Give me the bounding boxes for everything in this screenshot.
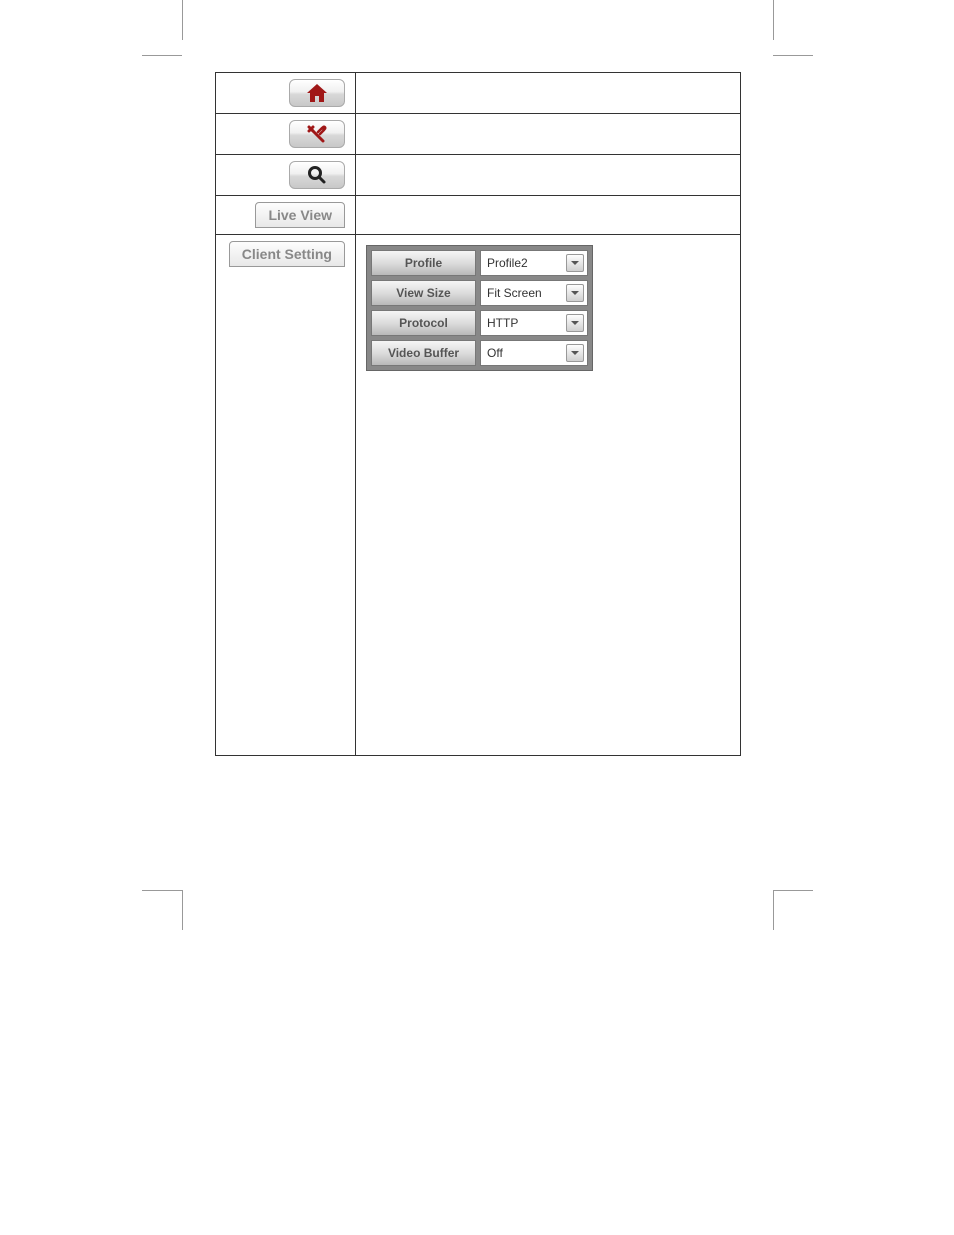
setting-row-view-size: View Size Fit Screen — [371, 280, 588, 306]
home-button[interactable] — [289, 79, 345, 107]
video-buffer-dropdown[interactable]: Off — [480, 340, 588, 366]
protocol-dropdown[interactable]: HTTP — [480, 310, 588, 336]
setting-row-profile: Profile Profile2 — [371, 250, 588, 276]
profile-dropdown[interactable]: Profile2 — [480, 250, 588, 276]
chevron-down-icon — [566, 284, 584, 302]
protocol-value: HTTP — [481, 316, 566, 330]
client-setting-tab[interactable]: Client Setting — [229, 241, 345, 267]
home-icon — [306, 83, 328, 103]
search-icon — [306, 165, 328, 185]
video-buffer-label: Video Buffer — [371, 340, 476, 366]
setting-row-video-buffer: Video Buffer Off — [371, 340, 588, 366]
crop-mark — [182, 890, 183, 930]
chevron-down-icon — [566, 314, 584, 332]
row-live-view: Live View — [216, 196, 740, 235]
view-size-value: Fit Screen — [481, 286, 566, 300]
tools-icon — [306, 124, 328, 144]
profile-value: Profile2 — [481, 256, 566, 270]
profile-label: Profile — [371, 250, 476, 276]
live-view-label: Live View — [268, 207, 332, 223]
crop-mark — [773, 890, 813, 891]
setting-row-protocol: Protocol HTTP — [371, 310, 588, 336]
row-tools — [216, 114, 740, 155]
live-view-tab[interactable]: Live View — [255, 202, 345, 228]
crop-mark — [773, 0, 774, 40]
chevron-down-icon — [566, 254, 584, 272]
crop-mark — [142, 55, 182, 56]
video-buffer-value: Off — [481, 346, 566, 360]
crop-mark — [773, 55, 813, 56]
client-settings-panel: Profile Profile2 View Size Fit Screen — [366, 245, 593, 371]
view-size-label: View Size — [371, 280, 476, 306]
crop-mark — [142, 890, 182, 891]
main-table: Live View Client Setting Profile Profile… — [215, 72, 741, 756]
crop-mark — [182, 0, 183, 40]
chevron-down-icon — [566, 344, 584, 362]
crop-mark — [773, 890, 774, 930]
row-search — [216, 155, 740, 196]
view-size-dropdown[interactable]: Fit Screen — [480, 280, 588, 306]
row-client-setting: Client Setting Profile Profile2 View Siz… — [216, 235, 740, 755]
tools-button[interactable] — [289, 120, 345, 148]
search-button[interactable] — [289, 161, 345, 189]
protocol-label: Protocol — [371, 310, 476, 336]
client-setting-label: Client Setting — [242, 246, 332, 262]
row-home — [216, 73, 740, 114]
